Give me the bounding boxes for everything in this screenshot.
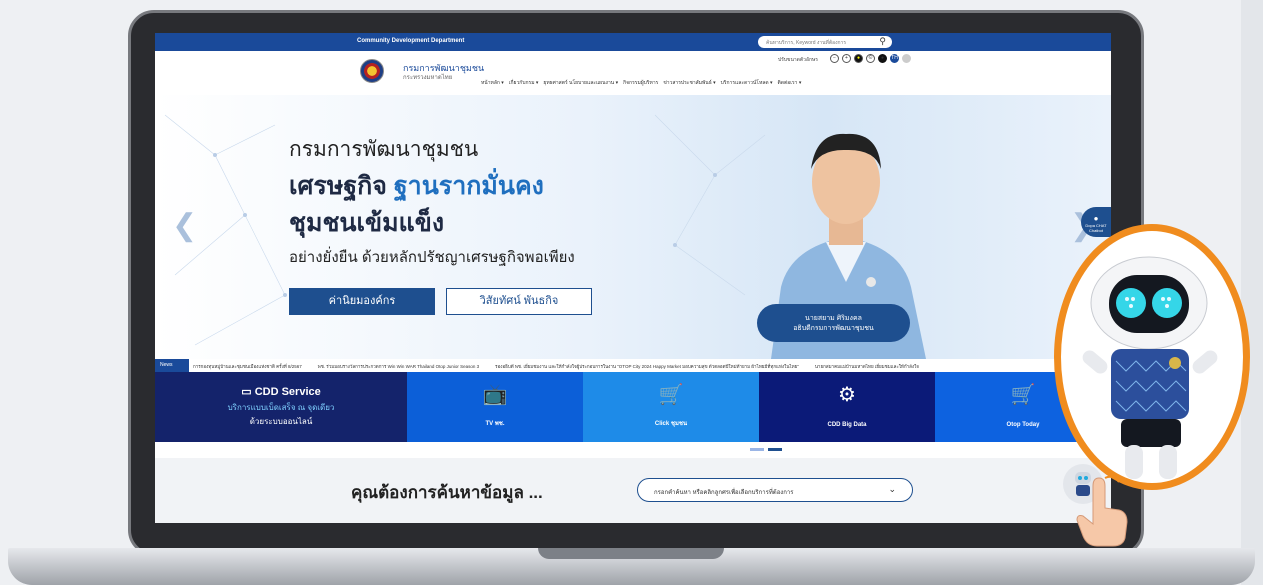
robot-mascot-badge (1054, 224, 1250, 490)
laptop-icon: ▭ (241, 386, 255, 398)
chat-pin-icon: ● (1093, 214, 1099, 223)
nav-home[interactable]: หน้าหลัก ▾ (481, 79, 504, 87)
hero-heading: กรมการพัฒนาชุมชน (289, 138, 479, 161)
language-th-button[interactable]: TH (890, 54, 899, 63)
pointing-hand-icon (1076, 476, 1128, 547)
brand-subtitle: กระทรวงมหาดไทย (403, 75, 453, 81)
search-section-title: คุณต้องการค้นหาข้อมูล ... (351, 483, 543, 502)
contrast-yellow-button[interactable]: ● (854, 54, 863, 63)
hero-tagline-1-b: ฐานรากมั่นคง (393, 172, 544, 200)
cdd-service-title-text: CDD Service (254, 386, 321, 398)
site-header: กรมการพัฒนาชุมชน กระทรวงมหาดไทย ปรับขนาด… (155, 51, 1111, 95)
pager-dot[interactable] (750, 448, 764, 451)
service-select-placeholder: กรอกคำค้นหา หรือคลิกลูกศรเพื่อเลือกบริกา… (654, 490, 794, 496)
prev-slide-icon[interactable]: ❮ (172, 208, 197, 243)
contrast-default-button[interactable]: © (866, 54, 875, 63)
news-label: News (155, 359, 189, 372)
director-name: นายสยาม ศิริมงคล (805, 315, 862, 322)
top-bar: Community Development Department ค้นหาบร… (155, 33, 1111, 51)
search-section: คุณต้องการค้นหาข้อมูล ... กรอกคำค้นหา หร… (155, 458, 1111, 523)
chat-sub: Chatbot (1088, 228, 1103, 233)
news-ticker: News การกองทุนหมู่บ้านและชุมชนเมืองแห่งช… (155, 359, 1111, 372)
vision-button[interactable]: วิสัยทัศน์ พันธกิจ (446, 288, 592, 315)
news-item[interactable]: นายกสมาคมแม่บ้านมหาดไทย เยี่ยมชมและให้กำ… (815, 363, 919, 370)
news-item[interactable]: การกองทุนหมู่บ้านและชุมชนเมืองแห่งชาติ ค… (193, 363, 302, 370)
chat-button[interactable]: ● Dopa CHAT Chatbot (1081, 207, 1111, 237)
search-input[interactable]: ค้นหาบริการ, Keyword งานที่ต้องการ ⚲ (758, 36, 892, 48)
tv-icon: 📺 (482, 384, 508, 406)
hero-tagline-1-a: เศรษฐกิจ (289, 172, 394, 200)
director-title: อธิบดีกรมการพัฒนาชุมชน (793, 325, 874, 332)
robot-mascot (1082, 256, 1218, 479)
service-select[interactable]: กรอกคำค้นหา หรือคลิกลูกศรเพื่อเลือกบริกา… (637, 478, 913, 502)
service-tv[interactable]: 📺 TV พช. (407, 372, 583, 442)
carousel-pager (750, 448, 782, 451)
cdd-service-sub1: บริการแบบเบ็ดเสร็จ ณ จุดเดียว (227, 403, 335, 412)
language-en-button[interactable] (902, 54, 911, 63)
hero-tagline-2: ชุมชนเข้มแข็ง (289, 209, 445, 237)
service-label: TV พช. (485, 421, 505, 427)
background-panel (1241, 0, 1263, 585)
service-label: CDD Big Data (827, 422, 867, 428)
search-icon[interactable]: ⚲ (879, 36, 886, 47)
cart-icon: 🛒 (1010, 384, 1036, 406)
cdd-service-sub2: ด้วยระบบออนไลน์ (249, 417, 313, 426)
hero-subtitle: อย่างยั่งยืน ด้วยหลักปรัชญาเศรษฐกิจพอเพี… (289, 249, 575, 266)
values-button[interactable]: ค่านิยมองค์กร (289, 288, 435, 315)
chevron-down-icon[interactable]: ⌄ (888, 484, 896, 495)
nav-executive[interactable]: กิจกรรมผู้บริหาร (623, 79, 658, 87)
accessibility-controls: − + ● © ● TH (830, 54, 911, 63)
data-icon: ⚙ (838, 384, 856, 406)
services-strip: ▭ CDD Service บริการแบบเบ็ดเสร็จ ณ จุดเด… (155, 372, 1111, 442)
font-decrease-button[interactable]: − (830, 54, 839, 63)
director-caption: นายสยาม ศิริมงคล อธิบดีกรมการพัฒนาชุมชน (757, 304, 910, 342)
main-nav: หน้าหลัก ▾ เกี่ยวกับกรม ▾ ยุทธศาสตร์ นโย… (481, 79, 801, 87)
hero-tagline-1: เศรษฐกิจ ฐานรากมั่นคง (289, 166, 544, 206)
service-bigdata[interactable]: ⚙ CDD Big Data (759, 372, 935, 442)
cdd-service-title: ▭ CDD Service (155, 385, 407, 398)
news-item[interactable]: รองอธิบดี พช. เยี่ยมชมงาน และให้กำลังใจผ… (495, 363, 799, 370)
cdd-service-tile[interactable]: ▭ CDD Service บริการแบบเบ็ดเสร็จ ณ จุดเด… (155, 372, 407, 442)
nav-contact[interactable]: ติดต่อเรา ▾ (778, 79, 802, 87)
news-items: การกองทุนหมู่บ้านและชุมชนเมืองแห่งชาติ ค… (193, 363, 919, 370)
nav-news[interactable]: ข่าวสารประชาสัมพันธ์ ▾ (663, 79, 715, 87)
accessibility-label: ปรับขนาดตัวอักษร (778, 57, 818, 63)
nav-strategy[interactable]: ยุทธศาสตร์ นโยบายและแผนงาน ▾ (543, 79, 618, 87)
service-click[interactable]: 🛒 Click ชุมชน (583, 372, 759, 442)
pager-dot-active[interactable] (768, 448, 782, 451)
news-item[interactable]: พช. ร่วมมอบรางวัลการประกวดการ Win Win WA… (318, 363, 479, 370)
font-increase-button[interactable]: + (842, 54, 851, 63)
hero-banner: ❮ ❯ กรมการพัฒนาชุมชน เศรษฐกิจ ฐานรากมั่น… (155, 95, 1111, 359)
service-label: Click ชุมชน (654, 421, 688, 427)
department-label: Community Development Department (357, 38, 465, 44)
contrast-dark-button[interactable]: ● (878, 54, 887, 63)
nav-about[interactable]: เกี่ยวกับกรม ▾ (509, 79, 539, 87)
nav-services[interactable]: บริการและดาวน์โหลด ▾ (721, 79, 773, 87)
search-placeholder: ค้นหาบริการ, Keyword งานที่ต้องการ (766, 40, 847, 46)
logo-icon[interactable] (360, 59, 384, 83)
laptop-notch (538, 548, 724, 559)
shop-icon: 🛒 (658, 384, 684, 406)
laptop-screen: Community Development Department ค้นหาบร… (155, 33, 1111, 523)
